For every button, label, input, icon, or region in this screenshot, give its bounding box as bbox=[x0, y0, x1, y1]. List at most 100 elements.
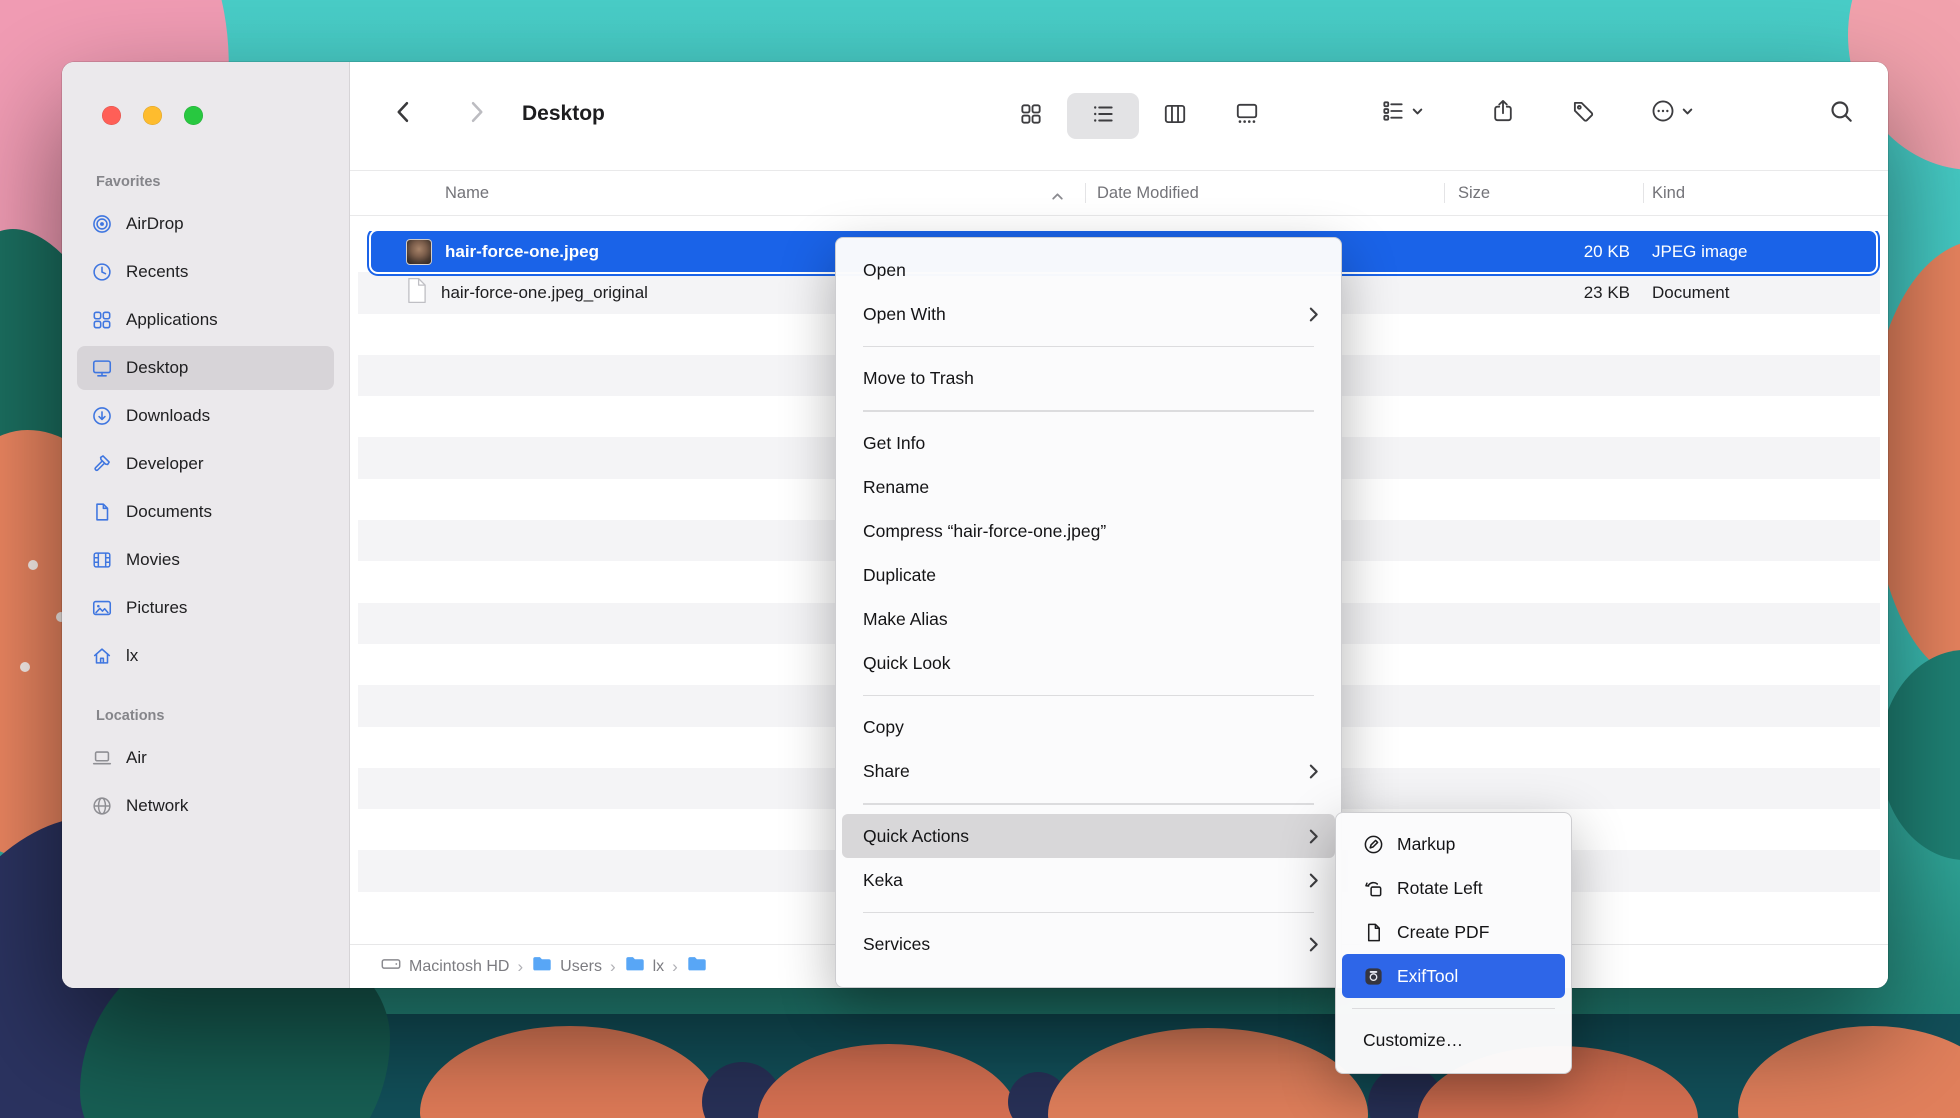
sidebar-item-label: Recents bbox=[126, 262, 188, 282]
photo-icon bbox=[89, 597, 114, 619]
menu-item-label: Rename bbox=[863, 477, 1319, 498]
menu-item-services[interactable]: Services bbox=[842, 923, 1335, 967]
submenu-item-label: Customize… bbox=[1363, 1030, 1463, 1051]
sidebar-item-lx[interactable]: lx bbox=[77, 634, 334, 678]
column-header-name[interactable]: Name bbox=[445, 171, 489, 215]
file-name: hair-force-one.jpeg_original bbox=[441, 283, 648, 303]
submenu-item-create-pdf[interactable]: Create PDF bbox=[1342, 910, 1565, 954]
submenu-item-exiftool[interactable]: ExifTool bbox=[1342, 954, 1565, 998]
submenu-item-rotate-left[interactable]: Rotate Left bbox=[1342, 866, 1565, 910]
menu-item-label: Quick Look bbox=[863, 653, 1319, 674]
gallery-view-button[interactable] bbox=[1211, 93, 1283, 139]
sidebar-section-title: Locations bbox=[96, 708, 349, 728]
share-button[interactable] bbox=[1490, 98, 1516, 129]
sidebar-item-developer[interactable]: Developer bbox=[77, 442, 334, 486]
wallpaper-shape bbox=[20, 662, 30, 672]
ellipsis-circle-icon bbox=[1650, 98, 1676, 129]
close-button[interactable] bbox=[102, 106, 121, 125]
group-button[interactable] bbox=[1380, 98, 1424, 129]
column-header-date-modified[interactable]: Date Modified bbox=[1097, 171, 1199, 215]
group-icon bbox=[1380, 98, 1406, 129]
file-kind: Document bbox=[1652, 283, 1729, 303]
minimize-button[interactable] bbox=[143, 106, 162, 125]
sidebar-item-label: Movies bbox=[126, 550, 180, 570]
column-divider[interactable] bbox=[1643, 183, 1644, 203]
submenu-item-customize[interactable]: Customize… bbox=[1342, 1019, 1565, 1063]
sidebar-item-network[interactable]: Network bbox=[77, 784, 334, 828]
menu-item-compress[interactable]: Compress “hair-force-one.jpeg” bbox=[842, 509, 1335, 553]
path-crumb-users[interactable]: Users bbox=[531, 953, 602, 980]
chevron-right-icon bbox=[462, 98, 490, 131]
film-icon bbox=[89, 549, 114, 571]
column-divider[interactable] bbox=[1085, 183, 1086, 203]
document-file-icon bbox=[406, 277, 428, 309]
sidebar-item-label: AirDrop bbox=[126, 214, 184, 234]
chevron-down-icon bbox=[1681, 105, 1694, 123]
path-crumb-label: Users bbox=[560, 958, 602, 976]
sidebar-item-movies[interactable]: Movies bbox=[77, 538, 334, 582]
menu-separator bbox=[1352, 1008, 1555, 1010]
menu-item-label: Services bbox=[863, 934, 1308, 955]
sidebar-item-recents[interactable]: Recents bbox=[77, 250, 334, 294]
search-button[interactable] bbox=[1828, 98, 1855, 130]
menu-item-get-info[interactable]: Get Info bbox=[842, 421, 1335, 465]
menu-item-rename[interactable]: Rename bbox=[842, 465, 1335, 509]
menu-item-keka[interactable]: Keka bbox=[842, 858, 1335, 902]
sidebar-list: Air Network bbox=[62, 736, 349, 828]
menu-item-quick-look[interactable]: Quick Look bbox=[842, 641, 1335, 685]
back-button[interactable] bbox=[390, 98, 418, 131]
submenu-chevron-icon bbox=[1308, 306, 1319, 323]
submenu-chevron-icon bbox=[1308, 936, 1319, 953]
path-separator: › bbox=[672, 957, 678, 977]
sidebar: Favorites AirDrop Recents Applications D… bbox=[62, 62, 350, 988]
menu-item-make-alias[interactable]: Make Alias bbox=[842, 597, 1335, 641]
path-separator: › bbox=[517, 957, 523, 977]
sidebar-item-label: Air bbox=[126, 748, 147, 768]
menu-item-open-with[interactable]: Open With bbox=[842, 292, 1335, 336]
more-button[interactable] bbox=[1650, 98, 1694, 129]
menu-item-open[interactable]: Open bbox=[842, 248, 1335, 292]
sidebar-item-label: Network bbox=[126, 796, 188, 816]
sidebar-item-air[interactable]: Air bbox=[77, 736, 334, 780]
column-header-label: Name bbox=[445, 184, 489, 203]
desktop-monitor-icon bbox=[89, 357, 114, 379]
sidebar-item-pictures[interactable]: Pictures bbox=[77, 586, 334, 630]
submenu-item-label: ExifTool bbox=[1397, 966, 1458, 987]
menu-item-label: Copy bbox=[863, 717, 1319, 738]
forward-button[interactable] bbox=[462, 98, 490, 131]
file-size: 20 KB bbox=[1450, 242, 1630, 262]
column-view-button[interactable] bbox=[1139, 93, 1211, 139]
sidebar-item-documents[interactable]: Documents bbox=[77, 490, 334, 534]
menu-item-copy[interactable]: Copy bbox=[842, 706, 1335, 750]
tag-button[interactable] bbox=[1570, 98, 1596, 129]
path-crumb-macintosh-hd[interactable]: Macintosh HD bbox=[380, 953, 509, 980]
create-pdf-icon bbox=[1360, 922, 1386, 943]
sidebar-item-downloads[interactable]: Downloads bbox=[77, 394, 334, 438]
view-mode-segmented-control bbox=[995, 93, 1283, 139]
menu-item-share[interactable]: Share bbox=[842, 750, 1335, 794]
column-view-icon bbox=[1162, 101, 1188, 132]
window-controls bbox=[102, 106, 203, 125]
path-crumb-partial[interactable] bbox=[686, 953, 715, 980]
list-view-button[interactable] bbox=[1067, 93, 1139, 139]
path-crumb-lx[interactable]: lx bbox=[624, 953, 665, 980]
sidebar-item-desktop[interactable]: Desktop bbox=[77, 346, 334, 390]
menu-item-duplicate[interactable]: Duplicate bbox=[842, 553, 1335, 597]
sidebar-item-label: Documents bbox=[126, 502, 212, 522]
grid-view-icon bbox=[1018, 101, 1044, 132]
sidebar-item-applications[interactable]: Applications bbox=[77, 298, 334, 342]
applications-grid-icon bbox=[89, 309, 114, 331]
quick-actions-submenu: Markup Rotate Left Create PDF ExifTool C… bbox=[1335, 812, 1572, 1074]
zoom-button[interactable] bbox=[184, 106, 203, 125]
menu-item-quick-actions[interactable]: Quick Actions bbox=[842, 814, 1335, 858]
icon-view-button[interactable] bbox=[995, 93, 1067, 139]
submenu-item-markup[interactable]: Markup bbox=[1342, 822, 1565, 866]
column-divider[interactable] bbox=[1444, 183, 1445, 203]
sidebar-item-label: Developer bbox=[126, 454, 204, 474]
menu-item-move-to-trash[interactable]: Move to Trash bbox=[842, 357, 1335, 401]
column-header-size[interactable]: Size bbox=[1458, 171, 1490, 215]
column-header-kind[interactable]: Kind bbox=[1652, 171, 1685, 215]
submenu-item-label: Rotate Left bbox=[1397, 878, 1483, 899]
sidebar-item-airdrop[interactable]: AirDrop bbox=[77, 202, 334, 246]
wallpaper-shape bbox=[28, 560, 38, 570]
